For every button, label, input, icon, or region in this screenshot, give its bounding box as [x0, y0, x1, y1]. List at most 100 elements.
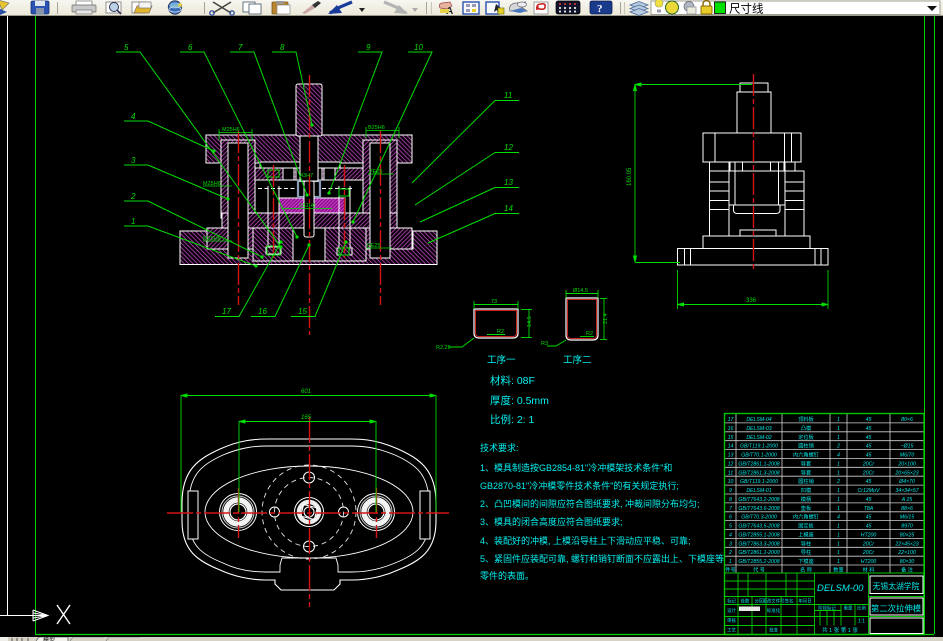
svg-text:DELSM-03: DELSM-03 — [746, 426, 771, 432]
svg-text:顶料板: 顶料板 — [798, 415, 814, 423]
svg-text:M25H6: M25H6 — [203, 236, 221, 242]
svg-text:零件的表面。: 零件的表面。 — [480, 570, 534, 581]
svg-text:1: 1 — [837, 533, 840, 539]
svg-text:7: 7 — [729, 506, 733, 512]
svg-text:45: 45 — [866, 515, 872, 521]
svg-text:厚度: 0.5mm: 厚度: 0.5mm — [490, 394, 549, 407]
svg-text:3、模具的闭合高度应符合图纸要求;: 3、模具的闭合高度应符合图纸要求; — [480, 516, 623, 527]
svg-text:模型: 模型 — [43, 637, 55, 641]
svg-text:件号: 件号 — [725, 566, 735, 574]
svg-text:45: 45 — [866, 417, 872, 423]
svg-text:15: 15 — [298, 307, 307, 316]
svg-text:阶段标记: 阶段标记 — [818, 605, 836, 612]
svg-text:下模座: 下模座 — [798, 557, 814, 565]
svg-text:比例: 2: 1: 比例: 2: 1 — [490, 413, 535, 426]
svg-text:DELSM-00: DELSM-00 — [817, 583, 864, 594]
svg-text:20Cr: 20Cr — [862, 550, 875, 556]
svg-text:11: 11 — [728, 470, 733, 476]
svg-text:6: 6 — [188, 43, 193, 52]
svg-text:1: 1 — [837, 470, 840, 476]
svg-text:设计: 设计 — [727, 607, 736, 614]
svg-text:45: 45 — [866, 444, 872, 450]
svg-text:45: 45 — [866, 426, 872, 432]
svg-text:1: 1 — [837, 541, 840, 547]
svg-text:12: 12 — [728, 461, 734, 467]
svg-text:1: 1 — [729, 559, 732, 565]
svg-text:45: 45 — [866, 453, 872, 459]
svg-text:73: 73 — [491, 299, 497, 305]
svg-text:DELSM-01: DELSM-01 — [746, 488, 771, 494]
svg-text:GB/T2861.3-2008: GB/T2861.3-2008 — [738, 470, 779, 476]
svg-text:技术要求:: 技术要求: — [480, 442, 519, 453]
svg-text:内六角螺钉: 内六角螺钉 — [793, 513, 819, 521]
svg-text:160.05: 160.05 — [627, 167, 633, 186]
svg-text:PE25: PE25 — [369, 169, 382, 175]
svg-text:43H7: 43H7 — [300, 173, 313, 179]
svg-text:45: 45 — [866, 479, 872, 485]
svg-text:HT200: HT200 — [861, 559, 877, 565]
svg-text:圆柱销: 圆柱销 — [798, 442, 814, 450]
svg-text:工艺: 工艺 — [727, 628, 736, 633]
svg-text:9: 9 — [366, 43, 371, 52]
svg-text:第二次拉伸模: 第二次拉伸模 — [871, 604, 922, 614]
svg-text:20×65×23: 20×65×23 — [894, 470, 918, 476]
svg-text:165: 165 — [301, 415, 312, 421]
svg-text:尺寸线: 尺寸线 — [729, 2, 764, 16]
svg-text:5、紧固件应装配可靠, 螺钉和销钉断面不应露出上、下模座等: 5、紧固件应装配可靠, 螺钉和销钉断面不应露出上、下模座等 — [480, 553, 724, 564]
svg-text:17: 17 — [728, 417, 735, 423]
svg-text:PE25: PE25 — [367, 243, 380, 249]
svg-text:2: 2 — [836, 444, 840, 450]
svg-text:R2: R2 — [497, 329, 504, 335]
svg-text:数量: 数量 — [833, 566, 843, 574]
svg-text:GB/T2855.1-2008: GB/T2855.1-2008 — [738, 533, 779, 539]
svg-text:定位板: 定位板 — [798, 433, 814, 441]
svg-text:1: 1 — [837, 524, 840, 530]
svg-text:9: 9 — [729, 488, 732, 494]
svg-text:GB/T70.1-2000: GB/T70.1-2000 — [741, 453, 777, 459]
svg-text:2: 2 — [130, 192, 136, 201]
svg-text:DELSM-04: DELSM-04 — [746, 417, 771, 423]
svg-text:20Cr: 20Cr — [862, 541, 875, 547]
svg-text:凸模: 凸模 — [801, 424, 811, 432]
svg-text:批准: 批准 — [769, 627, 778, 634]
svg-text:导柱: 导柱 — [801, 548, 811, 556]
svg-text:内六角螺钉: 内六角螺钉 — [793, 451, 819, 459]
svg-text:45: 45 — [866, 497, 872, 503]
svg-text:1: 1 — [837, 497, 840, 503]
svg-text:Ø14.5: Ø14.5 — [573, 288, 588, 294]
svg-text:名 称: 名 称 — [800, 566, 812, 574]
svg-text:R2: R2 — [586, 331, 593, 337]
svg-text:16: 16 — [258, 307, 267, 316]
svg-text:垫板: 垫板 — [801, 504, 812, 512]
svg-text:年月日: 年月日 — [798, 598, 811, 605]
svg-text:336: 336 — [746, 298, 757, 304]
svg-text:8: 8 — [280, 43, 285, 52]
svg-text:模柄: 模柄 — [801, 495, 811, 503]
svg-text:2、凸凹模间的间隙应符合图纸要求, 冲裁间隙分布均匀;: 2、凸凹模间的间隙应符合图纸要求, 冲裁间隙分布均匀; — [480, 498, 700, 509]
svg-text:1: 1 — [837, 488, 840, 494]
svg-text:DELSM-02: DELSM-02 — [746, 435, 771, 441]
svg-text:上模座: 上模座 — [798, 531, 814, 539]
svg-text:T8A: T8A — [864, 506, 874, 512]
svg-text:?: ? — [597, 3, 603, 15]
svg-text:34×34×57: 34×34×57 — [895, 488, 919, 494]
svg-text:M25H6: M25H6 — [222, 127, 240, 133]
svg-text:工序二: 工序二 — [563, 354, 592, 366]
svg-text:17: 17 — [222, 307, 231, 316]
svg-text:80×25: 80×25 — [900, 533, 915, 539]
svg-text:S51H6: S51H6 — [299, 203, 316, 209]
svg-text:5: 5 — [124, 43, 129, 52]
svg-text:A 25: A 25 — [901, 497, 913, 503]
svg-text:12: 12 — [504, 143, 513, 152]
svg-text:比例: 比例 — [857, 605, 866, 612]
svg-text:B25H6: B25H6 — [368, 125, 385, 131]
svg-text:1: 1 — [837, 550, 840, 556]
svg-text:材 料: 材 料 — [863, 566, 875, 574]
svg-text:601: 601 — [301, 389, 311, 395]
svg-text:4: 4 — [131, 112, 136, 121]
svg-text:1: 1 — [837, 435, 840, 441]
svg-text:20×100: 20×100 — [897, 461, 916, 467]
svg-text:6: 6 — [729, 515, 732, 521]
svg-text:1、模具制造按GB2854-81"冷冲模架技术条件"和: 1、模具制造按GB2854-81"冷冲模架技术条件"和 — [480, 462, 672, 473]
svg-text:GB/T7643.6-2008: GB/T7643.6-2008 — [738, 506, 779, 512]
